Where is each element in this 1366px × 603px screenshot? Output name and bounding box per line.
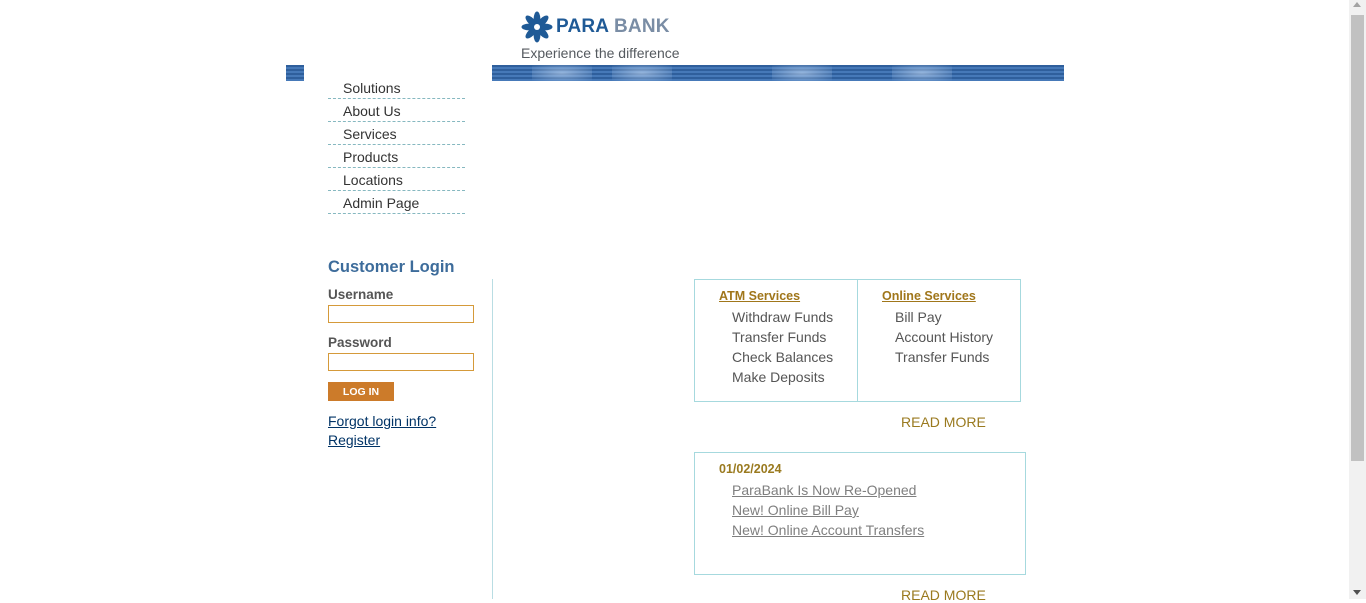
list-item: ParaBank Is Now Re-Opened — [732, 482, 924, 502]
news-link-account-transfers[interactable]: New! Online Account Transfers — [732, 522, 924, 538]
flower-logo-icon — [521, 11, 553, 43]
nav-item-label[interactable]: Services — [328, 122, 465, 142]
nav-item-label[interactable]: Solutions — [328, 76, 465, 96]
nav-item-solutions[interactable]: Solutions — [328, 76, 465, 99]
password-label: Password — [328, 335, 392, 350]
nav-item-locations[interactable]: Locations — [328, 168, 465, 191]
news-link-reopened[interactable]: ParaBank Is Now Re-Opened — [732, 482, 916, 498]
nav-item-products[interactable]: Products — [328, 145, 465, 168]
brand-name-part2: BANK — [614, 16, 670, 37]
list-item: Bill Pay — [895, 309, 942, 325]
username-field[interactable] — [328, 305, 474, 323]
login-button[interactable]: LOG IN — [328, 382, 394, 401]
header-bar-right — [492, 65, 1064, 81]
password-field[interactable] — [328, 353, 474, 371]
list-item: Withdraw Funds — [732, 309, 834, 325]
list-item: New! Online Bill Pay — [732, 502, 924, 522]
nav-item-admin-page[interactable]: Admin Page — [328, 191, 465, 214]
tagline: Experience the difference — [521, 45, 680, 61]
list-item: Make Deposits — [732, 369, 825, 385]
left-nav: Solutions About Us Services Products Loc… — [328, 76, 465, 214]
nav-item-label[interactable]: About Us — [328, 99, 465, 119]
username-label: Username — [328, 287, 394, 302]
register-link[interactable]: Register — [328, 432, 380, 448]
brand-name: PARA BANK — [556, 16, 670, 38]
nav-item-label[interactable]: Admin Page — [328, 191, 465, 211]
news-read-more-link[interactable]: READ MORE — [901, 587, 986, 603]
nav-item-label[interactable]: Locations — [328, 168, 465, 188]
list-item: Transfer Funds — [895, 349, 990, 365]
scroll-down-arrow-icon[interactable] — [1353, 590, 1361, 595]
online-services-link[interactable]: Online Services — [882, 289, 976, 303]
list-item: Transfer Funds — [732, 329, 827, 345]
news-link-bill-pay[interactable]: New! Online Bill Pay — [732, 502, 859, 518]
list-item: New! Online Account Transfers — [732, 522, 924, 542]
nav-item-label[interactable]: Products — [328, 145, 465, 165]
content-divider — [492, 279, 493, 599]
atm-services-link[interactable]: ATM Services — [719, 289, 800, 303]
scrollbar-thumb[interactable] — [1351, 15, 1364, 461]
nav-item-services[interactable]: Services — [328, 122, 465, 145]
atm-services-list: Withdraw Funds Transfer Funds Check Bala… — [732, 309, 833, 389]
forgot-login-link[interactable]: Forgot login info? — [328, 413, 436, 429]
brand-name-part1: PARA — [556, 16, 609, 37]
news-list: ParaBank Is Now Re-Opened New! Online Bi… — [732, 482, 924, 542]
customer-login-title: Customer Login — [328, 258, 455, 276]
services-divider — [857, 279, 858, 402]
parabank-logo[interactable]: PARA BANK — [520, 10, 670, 44]
list-item: Account History — [895, 329, 994, 345]
news-date: 01/02/2024 — [719, 462, 782, 476]
list-item: Check Balances — [732, 349, 834, 365]
services-read-more-link[interactable]: READ MORE — [901, 414, 986, 430]
vertical-scrollbar[interactable] — [1349, 0, 1366, 599]
scroll-up-arrow-icon[interactable] — [1353, 2, 1361, 7]
nav-item-about-us[interactable]: About Us — [328, 99, 465, 122]
online-services-list: Bill Pay Account History Transfer Funds — [895, 309, 993, 369]
header-bar-left — [286, 65, 304, 81]
